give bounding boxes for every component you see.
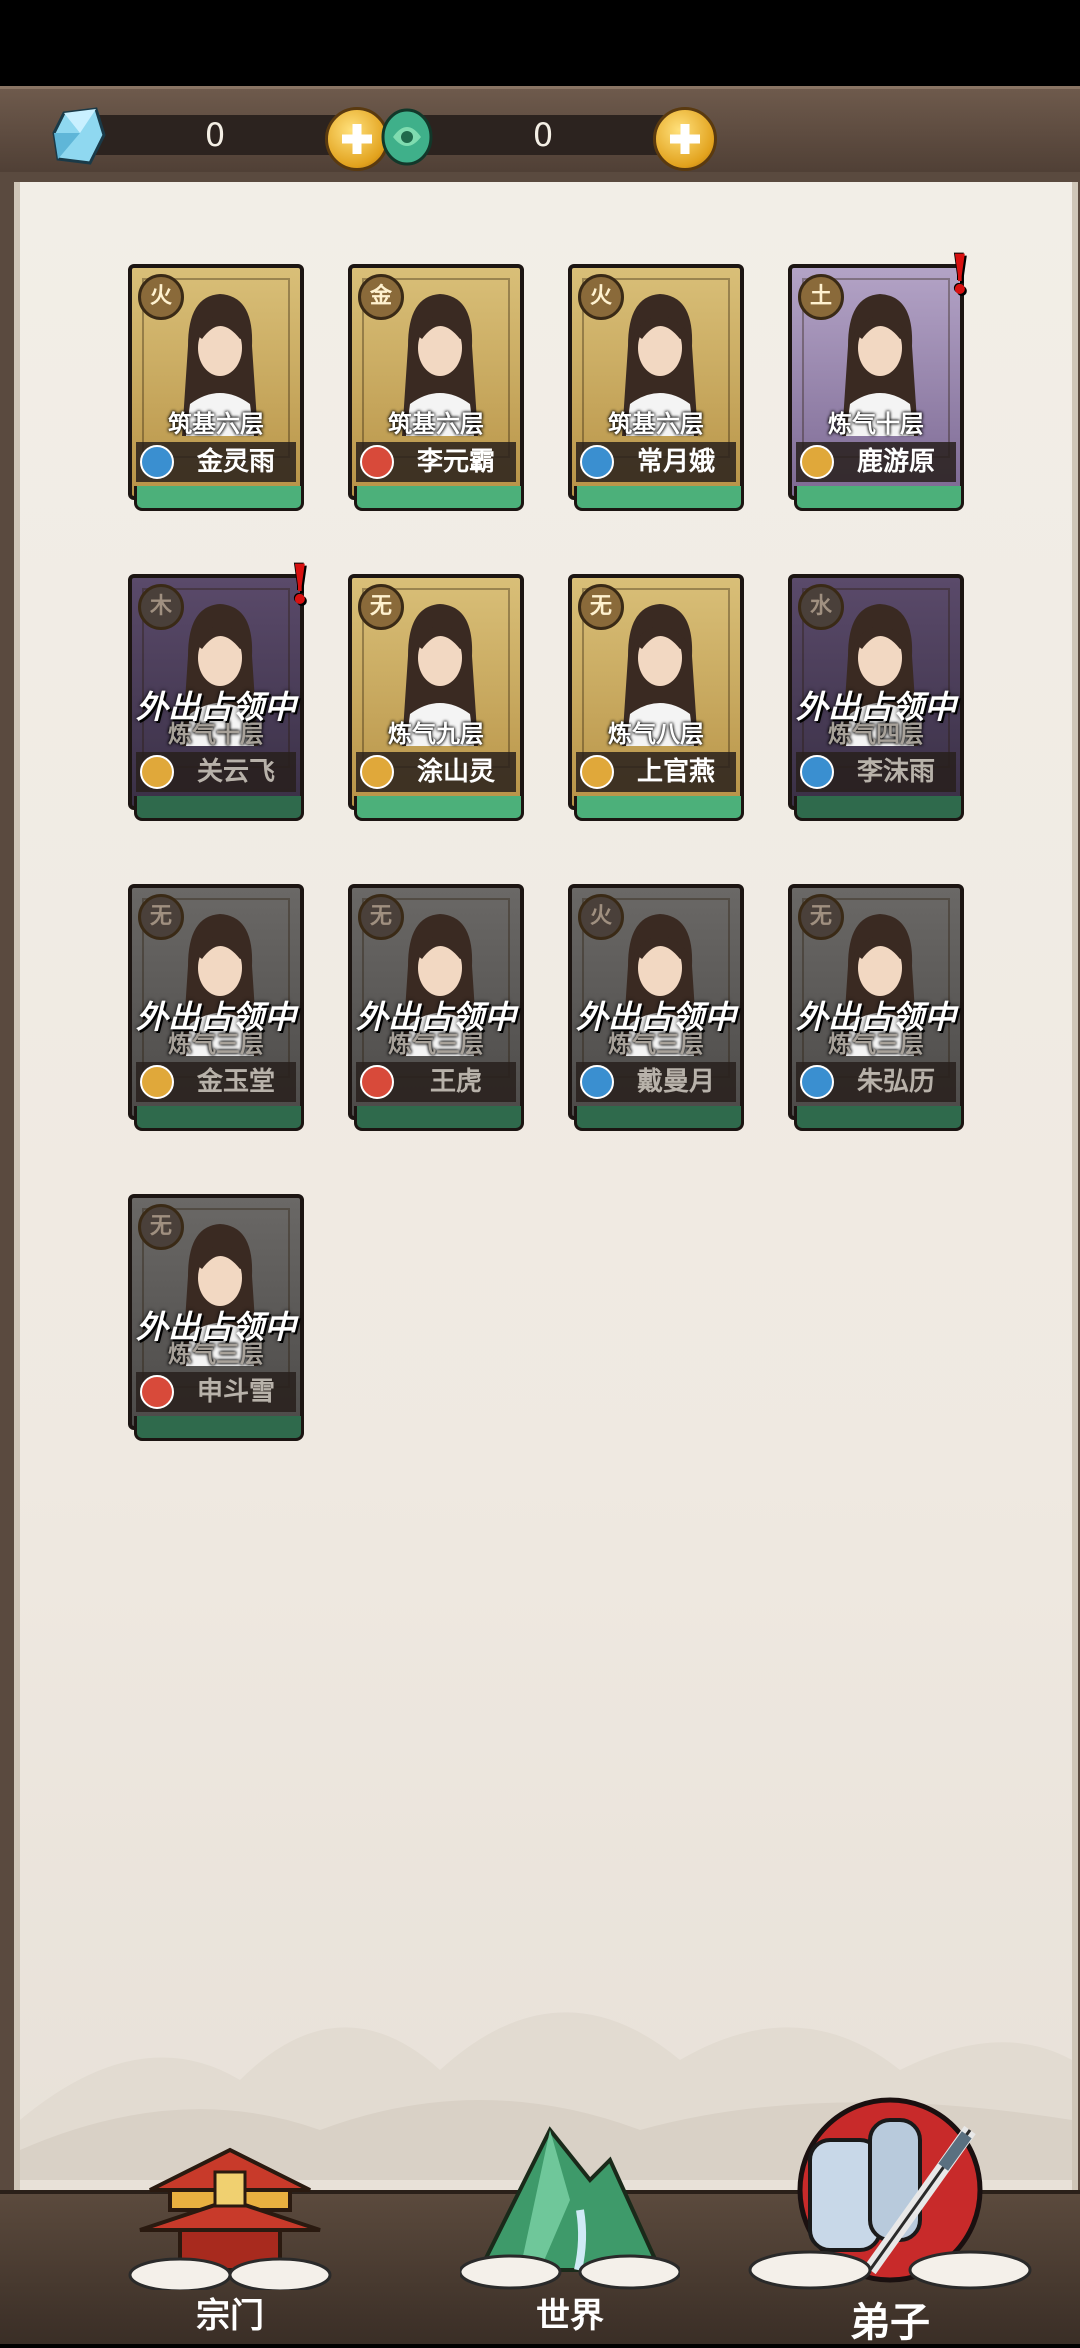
element-badge-icon: 火 — [578, 894, 624, 940]
disciple-name: 关云飞 — [196, 757, 275, 787]
element-badge-icon: 无 — [358, 584, 404, 630]
disciple-name: 李元霸 — [416, 447, 495, 477]
disciple-card[interactable]: 金筑基六层李元霸 — [348, 264, 524, 518]
disciple-rank: 筑基六层 — [388, 410, 484, 438]
sect-temple-icon — [128, 2147, 332, 2293]
disciple-card[interactable]: 水炼气四层 李沫雨 外出占领中 — [788, 574, 964, 828]
disciple-rank: 炼气十层 — [828, 410, 924, 438]
away-status: 外出占领中 — [795, 688, 956, 726]
disciple-rank: 炼气九层 — [388, 720, 484, 748]
sect-fire-icon — [360, 1065, 394, 1099]
disciple-rank: 炼气八层 — [608, 720, 704, 748]
away-status: 外出占领中 — [135, 998, 296, 1036]
sect-earth-icon — [140, 1065, 174, 1099]
element-badge-icon: 无 — [138, 894, 184, 940]
sect-water-icon — [580, 1065, 614, 1099]
disciple-card[interactable]: 无炼气三层 申斗雪 外出占领中 — [128, 1194, 304, 1448]
spirit-stone-icon — [52, 107, 106, 165]
resource-bar: 0 0 — [0, 86, 1080, 179]
sect-earth-icon — [580, 755, 614, 789]
add-jade-button[interactable] — [653, 107, 717, 171]
element-badge-icon: 水 — [798, 584, 844, 630]
alert-icon: ! — [948, 242, 972, 306]
disciple-card[interactable]: 无炼气九层涂山灵 — [348, 574, 524, 828]
sect-fire-icon — [360, 445, 394, 479]
element-badge-icon: 火 — [138, 274, 184, 320]
sect-water-icon — [800, 1065, 834, 1099]
disciple-name: 金灵雨 — [196, 447, 275, 477]
sect-earth-icon — [140, 755, 174, 789]
jade-count: 0 — [532, 116, 554, 154]
disciple-rank: 筑基六层 — [608, 410, 704, 438]
sect-earth-icon — [360, 755, 394, 789]
disciple-name: 鹿游原 — [856, 447, 935, 477]
disciple-card[interactable]: 无炼气三层 金玉堂 外出占领中 — [128, 884, 304, 1138]
sect-fire-icon — [140, 1375, 174, 1409]
element-badge-icon: 无 — [578, 584, 624, 630]
nav-sect[interactable]: 宗门 — [110, 2120, 350, 2336]
away-status: 外出占领中 — [795, 998, 956, 1036]
element-badge-icon: 无 — [358, 894, 404, 940]
disciple-list-area[interactable]: 火筑基六层 金灵雨金筑基六层 李元霸火筑基六层 常月娥土炼气十层 鹿游原! 木炼气十层 关云… — [14, 182, 1078, 2340]
nav-world-label: 世界 — [536, 2296, 604, 2336]
nav-world[interactable]: 世界 — [458, 2110, 682, 2336]
disciple-name: 李沫雨 — [856, 757, 935, 787]
sect-earth-icon — [800, 445, 834, 479]
nav-disciples-label: 弟子 — [850, 2299, 930, 2346]
disciple-card[interactable]: 火筑基六层常月娥 — [568, 264, 744, 518]
mountain-icon — [458, 2126, 682, 2290]
bottom-nav: 宗门 世界 弟子 — [0, 2090, 1080, 2346]
disciple-name: 申斗雪 — [196, 1377, 275, 1407]
disciple-rank: 筑基六层 — [168, 410, 264, 438]
disciple-panel: 火筑基六层 金灵雨金筑基六层 李元霸火筑基六层 常月娥土炼气十层 鹿游原! 木炼气十层 关云… — [0, 172, 1080, 2340]
element-badge-icon: 无 — [138, 1204, 184, 1250]
scroll-sword-icon — [748, 2097, 1032, 2290]
disciple-name: 王虎 — [429, 1067, 482, 1097]
nav-disciples[interactable]: 弟子 — [740, 2090, 1040, 2346]
disciple-card[interactable]: 无炼气八层上官燕 — [568, 574, 744, 828]
disciple-name: 金玉堂 — [196, 1067, 275, 1097]
disciple-card[interactable]: 火筑基六层金灵雨 — [128, 264, 304, 518]
element-badge-icon: 木 — [138, 584, 184, 630]
sect-water-icon — [800, 755, 834, 789]
away-status: 外出占领中 — [575, 998, 736, 1036]
disciple-card[interactable]: 木炼气十层 关云飞 外出占领中 — [128, 574, 304, 828]
sect-water-icon — [580, 445, 614, 479]
alert-icon: ! — [288, 552, 312, 616]
element-badge-icon: 无 — [798, 894, 844, 940]
disciple-card[interactable]: 土炼气十层鹿游原 — [788, 264, 964, 518]
away-status: 外出占领中 — [135, 1308, 296, 1346]
jade-icon — [381, 108, 433, 166]
element-badge-icon: 金 — [358, 274, 404, 320]
disciple-card[interactable]: 无炼气三层 朱弘历 外出占领中 — [788, 884, 964, 1138]
disciple-name: 戴曼月 — [636, 1067, 715, 1097]
disciple-card[interactable]: 无炼气三层 王虎 外出占领中 — [348, 884, 524, 1138]
disciple-name: 涂山灵 — [416, 757, 495, 787]
spirit-stone-count: 0 — [204, 116, 226, 154]
away-status: 外出占领中 — [135, 688, 296, 726]
disciple-name: 上官燕 — [636, 757, 715, 787]
disciple-card[interactable]: 火炼气三层 戴曼月 外出占领中 — [568, 884, 744, 1138]
disciple-name: 常月娥 — [636, 447, 715, 477]
away-status: 外出占领中 — [355, 998, 516, 1036]
element-badge-icon: 土 — [798, 274, 844, 320]
element-badge-icon: 火 — [578, 274, 624, 320]
sect-water-icon — [140, 445, 174, 479]
disciple-name: 朱弘历 — [856, 1067, 935, 1097]
nav-sect-label: 宗门 — [196, 2296, 264, 2336]
